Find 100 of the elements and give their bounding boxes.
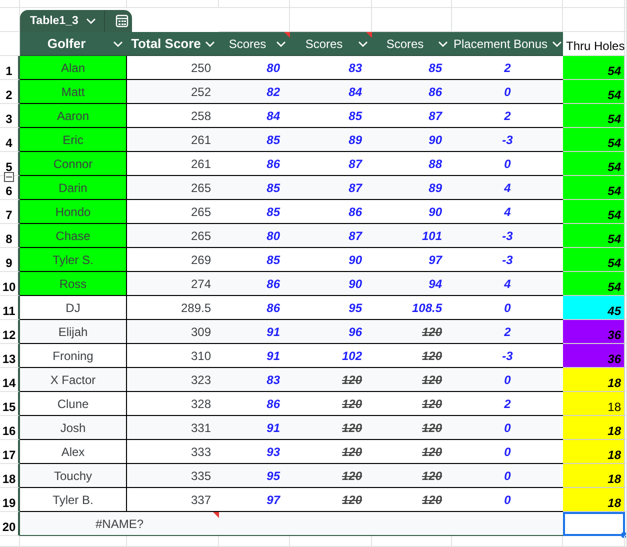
- table-cell: X Factor: [20, 368, 127, 392]
- table-cell: -3: [452, 224, 563, 248]
- table-cell: 86: [219, 272, 290, 296]
- grid-cell: [0, 536, 20, 547]
- column-label: Scores: [228, 36, 268, 50]
- table-cell: -3: [452, 128, 563, 152]
- table-cell: 90: [372, 128, 452, 152]
- row-number[interactable]: 17: [0, 440, 20, 464]
- row-number[interactable]: 13: [0, 344, 20, 368]
- table-cell: 120: [372, 416, 452, 440]
- table-cell: 94: [372, 272, 452, 296]
- table-cell: Hondo: [20, 200, 127, 224]
- table-cell: 80: [219, 224, 290, 248]
- table-cell: 54: [563, 80, 625, 104]
- table-cell: 95: [219, 464, 290, 488]
- table-cell: 54: [563, 56, 625, 80]
- table-cell: 85: [219, 128, 290, 152]
- table-cell: 96: [290, 320, 372, 344]
- table-cell: 120: [372, 368, 452, 392]
- table-cell: 91: [219, 416, 290, 440]
- table-cell: 87: [290, 224, 372, 248]
- table-cell: Eric: [20, 128, 127, 152]
- table-cell: 89: [372, 176, 452, 200]
- chevron-down-icon[interactable]: [86, 18, 96, 24]
- table-cell: 86: [372, 80, 452, 104]
- grid-cell: [219, 536, 290, 547]
- table-cell: 87: [290, 176, 372, 200]
- row-number[interactable]: 11: [0, 296, 20, 320]
- table-cell: 261: [127, 128, 219, 152]
- chevron-down-icon[interactable]: [358, 40, 368, 46]
- table-cell: 120: [372, 464, 452, 488]
- table-cell: 18: [563, 416, 625, 440]
- table-cell: Josh: [20, 416, 127, 440]
- table-cell: Chase: [20, 224, 127, 248]
- chevron-down-icon[interactable]: [113, 40, 123, 46]
- table-cell: 265: [127, 176, 219, 200]
- table-cell: 274: [127, 272, 219, 296]
- table-cell: 18: [563, 392, 625, 416]
- table-name-tab[interactable]: Table1_3: [20, 10, 132, 32]
- table-cell: 54: [563, 224, 625, 248]
- table-cell: 4: [452, 272, 563, 296]
- column-label: Scores: [385, 36, 425, 50]
- column-label: Scores: [304, 36, 344, 50]
- table-cell: 36: [563, 320, 625, 344]
- table-cell: 18: [563, 440, 625, 464]
- table-cell: Matt: [20, 80, 127, 104]
- row-number[interactable]: 15: [0, 392, 20, 416]
- table-cell: 18: [563, 368, 625, 392]
- error-text: #NAME?: [95, 516, 144, 530]
- grid-cell: [563, 536, 625, 547]
- table-cell: Darin: [20, 176, 127, 200]
- table-cell: 83: [219, 368, 290, 392]
- table-cell: 18: [563, 464, 625, 488]
- column-label: Total Score: [131, 36, 201, 51]
- table-cell: 335: [127, 464, 219, 488]
- table-cell: Tyler S.: [20, 248, 127, 272]
- table-cell: 120: [290, 416, 372, 440]
- table-cell: 84: [290, 80, 372, 104]
- table-cell: 90: [290, 272, 372, 296]
- table-cell: 45: [563, 296, 625, 320]
- table-icon[interactable]: [115, 14, 130, 28]
- table-cell: Touchy: [20, 464, 127, 488]
- table-cell: 54: [563, 104, 625, 128]
- table-cell: 36: [563, 344, 625, 368]
- table-cell: 323: [127, 368, 219, 392]
- table-cell: 18: [563, 488, 625, 512]
- table-cell: 89: [290, 128, 372, 152]
- chevron-down-icon[interactable]: [276, 40, 286, 46]
- table-cell: 54: [563, 248, 625, 272]
- table-cell: 54: [563, 200, 625, 224]
- table-cell: Alan: [20, 56, 127, 80]
- table-cell: 0: [452, 80, 563, 104]
- column-label: Placement Bonus: [453, 36, 548, 50]
- table-cell: 252: [127, 80, 219, 104]
- table-cell: 54: [563, 272, 625, 296]
- grid-cell: [563, 8, 625, 32]
- table-cell: Ross: [20, 272, 127, 296]
- table-cell: 331: [127, 416, 219, 440]
- table-cell: 101: [372, 224, 452, 248]
- table-cell: 0: [452, 368, 563, 392]
- table-cell: 120: [290, 368, 372, 392]
- table-cell: 91: [219, 320, 290, 344]
- table-cell: 54: [563, 128, 625, 152]
- table-cell: 2: [452, 320, 563, 344]
- chevron-down-icon[interactable]: [205, 40, 215, 46]
- chevron-down-icon[interactable]: [552, 40, 562, 46]
- table-cell: 265: [127, 224, 219, 248]
- collapse-icon[interactable]: [3, 171, 15, 183]
- table-cell: Elijah: [20, 320, 127, 344]
- table-cell: 120: [372, 320, 452, 344]
- table-cell: Connor: [20, 152, 127, 176]
- table-cell: 0: [452, 464, 563, 488]
- table-cell: 82: [219, 80, 290, 104]
- row-number[interactable]: 19: [0, 488, 20, 512]
- table-cell: 120: [290, 464, 372, 488]
- table-cell: 54: [563, 176, 625, 200]
- table-cell: Aaron: [20, 104, 127, 128]
- column-label: Golfer: [46, 36, 87, 51]
- table-cell: 4: [452, 176, 563, 200]
- chevron-down-icon[interactable]: [438, 40, 448, 46]
